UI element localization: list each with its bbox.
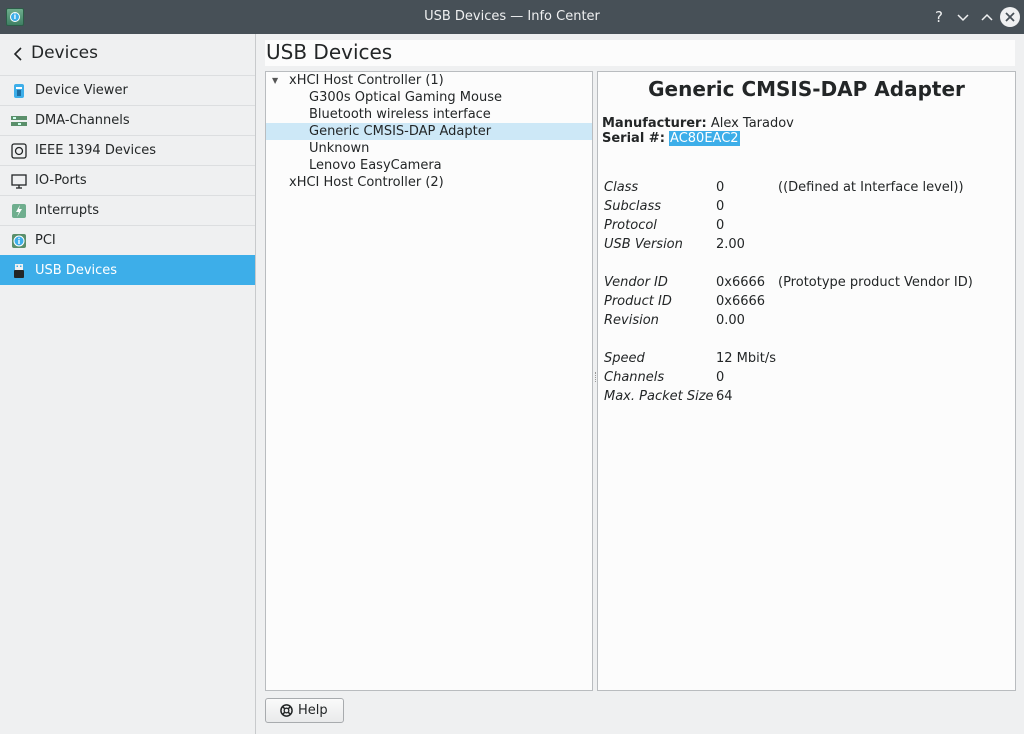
prop-channels: Channels 0 xyxy=(604,370,725,385)
prop-protocol: Protocol 0 xyxy=(604,218,725,233)
tree-item[interactable]: Lenovo EasyCamera xyxy=(266,157,592,174)
prop-vendor-id: Vendor ID 0x6666 (Prototype product Vend… xyxy=(604,275,973,290)
sidebar-header[interactable]: Devices xyxy=(0,34,255,74)
sidebar-title: Devices xyxy=(31,43,98,63)
sidebar-item-device-viewer[interactable]: Device Viewer xyxy=(0,75,255,105)
chevron-down-icon xyxy=(957,14,969,22)
prop-class: Class 0 ((Defined at Interface level)) xyxy=(604,180,964,195)
prop-revision: Revision 0.00 xyxy=(604,313,745,328)
tree-item-selected[interactable]: Generic CMSIS-DAP Adapter xyxy=(266,123,592,140)
sidebar: Devices Device Viewer DMA-Channels IEEE … xyxy=(0,34,256,734)
serial-line: Serial #: AC80EAC2 xyxy=(602,131,740,146)
serial-value[interactable]: AC80EAC2 xyxy=(669,131,740,146)
expand-arrow-icon[interactable]: ▼ xyxy=(272,72,278,89)
sidebar-item-pci[interactable]: PCI xyxy=(0,225,255,255)
sidebar-item-ieee-1394[interactable]: IEEE 1394 Devices xyxy=(0,135,255,165)
manufacturer-value: Alex Taradov xyxy=(710,116,794,131)
tree-item-xhci-1[interactable]: ▼ xHCI Host Controller (1) xyxy=(266,72,592,89)
window-title: USB Devices — Info Center xyxy=(424,9,600,24)
tree-item-xhci-2[interactable]: xHCI Host Controller (2) xyxy=(266,174,592,191)
close-icon xyxy=(1005,12,1015,22)
interrupts-icon xyxy=(12,204,26,218)
help-button-label: Help xyxy=(298,703,328,718)
info-icon xyxy=(12,234,26,248)
help-lifebuoy-icon xyxy=(280,704,293,717)
prop-usb-version: USB Version 2.00 xyxy=(604,237,745,252)
prop-subclass: Subclass 0 xyxy=(604,199,725,214)
prop-speed: Speed 12 Mbit/s xyxy=(604,351,777,366)
maximize-button[interactable] xyxy=(977,7,997,27)
prop-max-packet-size: Max. Packet Size 64 xyxy=(604,389,733,404)
chevron-left-icon[interactable] xyxy=(10,44,26,64)
chevron-up-icon xyxy=(981,13,993,21)
tree-item[interactable]: G300s Optical Gaming Mouse xyxy=(266,89,592,106)
usb-device-tree[interactable]: ▼ xHCI Host Controller (1) G300s Optical… xyxy=(265,71,593,691)
sidebar-item-usb-devices[interactable]: USB Devices xyxy=(0,255,255,285)
minimize-button[interactable] xyxy=(953,7,973,27)
tree-item[interactable]: Unknown xyxy=(266,140,592,157)
firewire-icon xyxy=(11,143,27,159)
page-title: USB Devices xyxy=(265,40,1015,66)
device-details-panel: Generic CMSIS-DAP Adapter Manufacturer: … xyxy=(597,71,1016,691)
manufacturer-line: Manufacturer: Alex Taradov xyxy=(602,116,794,131)
title-bar[interactable]: i USB Devices — Info Center ? xyxy=(0,0,1024,34)
dma-channels-icon xyxy=(11,116,27,126)
sidebar-item-interrupts[interactable]: Interrupts xyxy=(0,195,255,225)
close-button[interactable] xyxy=(1000,7,1020,27)
tree-item[interactable]: Bluetooth wireless interface xyxy=(266,106,592,123)
monitor-icon xyxy=(11,174,27,189)
context-help-button[interactable]: ? xyxy=(929,7,949,27)
info-center-window: i USB Devices — Info Center ? Devices De… xyxy=(0,0,1024,734)
details-title: Generic CMSIS-DAP Adapter xyxy=(648,77,965,101)
prop-product-id: Product ID 0x6666 xyxy=(604,294,766,309)
help-button[interactable]: Help xyxy=(265,698,344,723)
device-viewer-icon xyxy=(14,84,24,98)
sidebar-item-dma-channels[interactable]: DMA-Channels xyxy=(0,105,255,135)
sidebar-item-io-ports[interactable]: IO-Ports xyxy=(0,165,255,195)
usb-icon xyxy=(14,264,24,278)
